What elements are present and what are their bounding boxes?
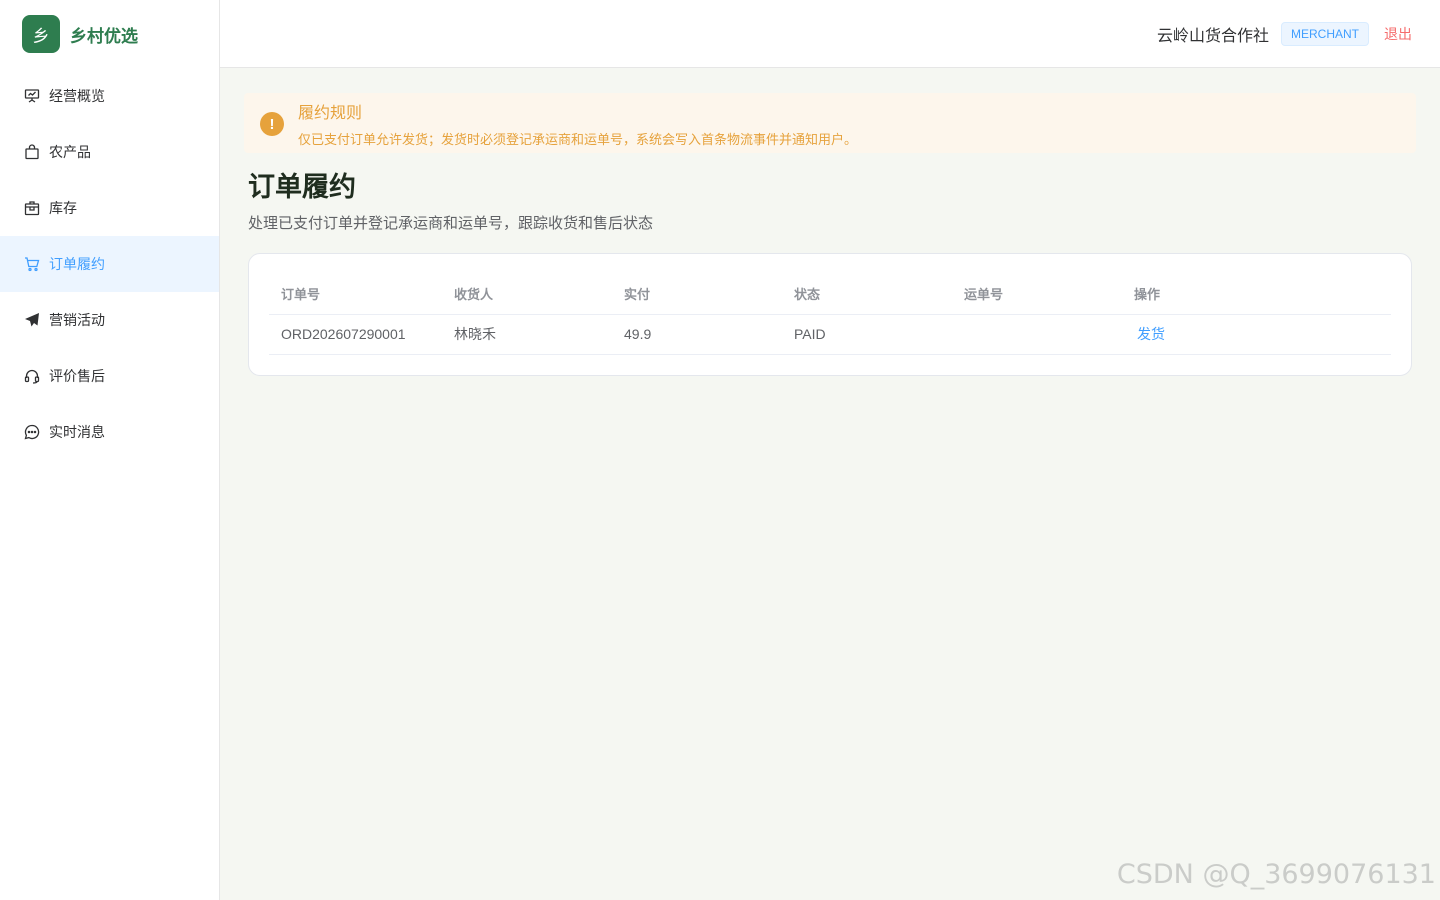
brand-logo: 乡 <box>22 15 60 53</box>
sidebar-nav: 经营概览 农产品 库存 订单履约 营销活动 评价售后 实时消息 <box>0 68 219 460</box>
cell-tracking-no <box>952 314 1122 355</box>
sidebar-item-label: 评价售后 <box>49 368 105 384</box>
alert-title: 履约规则 <box>298 105 363 122</box>
page-title: 订单履约 <box>248 172 356 202</box>
top-header: 云岭山货合作社 MERCHANT 退出 <box>220 0 1440 68</box>
sidebar-item-reviews[interactable]: 评价售后 <box>0 348 219 404</box>
shopping-bag-icon <box>24 144 40 160</box>
sidebar-item-label: 库存 <box>49 200 77 216</box>
org-name: 云岭山货合作社 <box>1156 27 1269 45</box>
alert-description: 仅已支付订单允许发货；发货时必须登记承运商和运单号，系统会写入首条物流事件并通知… <box>298 132 858 147</box>
logout-button[interactable]: 退出 <box>1384 24 1412 44</box>
sidebar-item-marketing[interactable]: 营销活动 <box>0 292 219 348</box>
sidebar: 乡 乡村优选 经营概览 农产品 库存 订单履约 营销活动 评价售后 实时消息 <box>0 0 220 900</box>
orders-table: 订单号 收货人 实付 状态 运单号 操作 ORD202607290001 林晓禾… <box>269 274 1391 355</box>
send-icon <box>24 312 40 328</box>
role-badge: MERCHANT <box>1281 21 1369 46</box>
sidebar-item-products[interactable]: 农产品 <box>0 124 219 180</box>
watermark: CSDN @Q_3699076131 <box>1116 859 1436 890</box>
table-header-row: 订单号 收货人 实付 状态 运单号 操作 <box>269 274 1391 315</box>
chat-bubble-icon <box>24 424 40 440</box>
brand-name: 乡村优选 <box>70 26 138 46</box>
column-header-tracking-no: 运单号 <box>952 274 1122 315</box>
fulfillment-rules-alert: ! 履约规则 仅已支付订单允许发货；发货时必须登记承运商和运单号，系统会写入首条… <box>244 93 1416 153</box>
column-header-status: 状态 <box>782 274 952 315</box>
page-subtitle: 处理已支付订单并登记承运商和运单号，跟踪收货和售后状态 <box>248 215 654 232</box>
column-header-paid: 实付 <box>612 274 782 315</box>
alert-body: 履约规则 仅已支付订单允许发货；发货时必须登记承运商和运单号，系统会写入首条物流… <box>298 103 857 148</box>
column-header-receiver: 收货人 <box>442 274 612 315</box>
sidebar-item-overview[interactable]: 经营概览 <box>0 68 219 124</box>
brand: 乡 乡村优选 <box>0 0 219 68</box>
main-content: ! 履约规则 仅已支付订单允许发货；发货时必须登记承运商和运单号，系统会写入首条… <box>220 68 1440 900</box>
ship-button[interactable]: 发货 <box>1134 326 1165 342</box>
sidebar-item-label: 实时消息 <box>49 424 105 440</box>
column-header-order-no: 订单号 <box>269 274 442 315</box>
headset-icon <box>24 368 40 384</box>
sidebar-item-inventory[interactable]: 库存 <box>0 180 219 236</box>
cell-order-no: ORD202607290001 <box>269 314 442 355</box>
sidebar-item-label: 经营概览 <box>49 88 105 104</box>
sidebar-item-label: 订单履约 <box>49 256 105 272</box>
column-header-action: 操作 <box>1122 274 1391 315</box>
presentation-chart-icon <box>24 88 40 104</box>
sidebar-item-label: 营销活动 <box>49 312 105 328</box>
cell-paid: 49.9 <box>612 314 782 355</box>
warning-icon: ! <box>260 112 284 136</box>
cart-icon <box>24 256 40 272</box>
sidebar-item-messages[interactable]: 实时消息 <box>0 404 219 460</box>
sidebar-item-label: 农产品 <box>49 144 91 160</box>
cell-receiver: 林晓禾 <box>442 314 612 355</box>
table-row: ORD202607290001 林晓禾 49.9 PAID 发货 <box>269 314 1391 355</box>
box-icon <box>24 200 40 216</box>
cell-status: PAID <box>782 314 952 355</box>
orders-table-card: 订单号 收货人 实付 状态 运单号 操作 ORD202607290001 林晓禾… <box>248 253 1412 376</box>
cell-action: 发货 <box>1122 314 1391 355</box>
sidebar-item-orders[interactable]: 订单履约 <box>0 236 219 292</box>
